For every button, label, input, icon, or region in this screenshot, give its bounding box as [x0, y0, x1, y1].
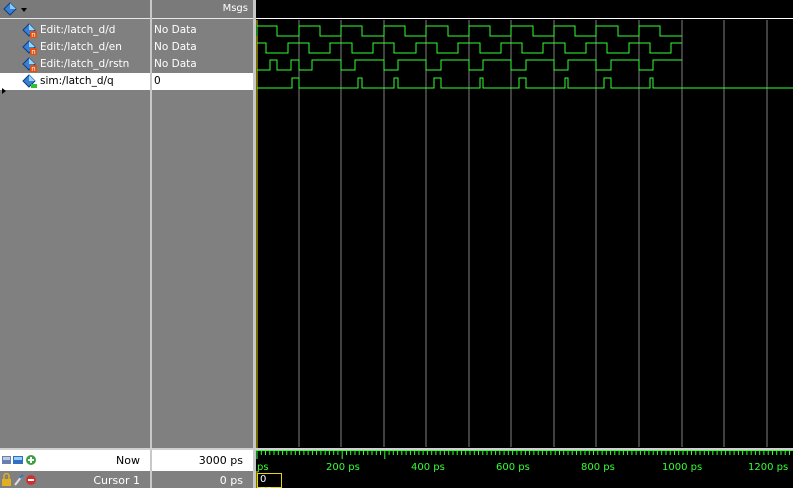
- tick-label: 1200 ps: [748, 462, 788, 473]
- now-toolbar-icons: [2, 455, 36, 465]
- now-value: 3000 ps: [198, 454, 243, 467]
- wave-q: [257, 77, 793, 89]
- svg-text:n: n: [31, 31, 35, 38]
- values-header: Msgs: [152, 0, 253, 19]
- svg-text:n: n: [31, 65, 35, 72]
- signal-row-d[interactable]: n Edit:/latch_d/d: [0, 22, 150, 39]
- lock-icon: [2, 473, 11, 486]
- now-label: Now: [116, 454, 140, 467]
- svg-text:n: n: [31, 48, 35, 55]
- cursor-toolbar-icons: [2, 473, 36, 486]
- cursor-value-cell: 0 ps: [152, 472, 253, 488]
- signal-row-rstn[interactable]: n Edit:/latch_d/rstn: [0, 56, 150, 73]
- names-header: [0, 0, 150, 19]
- tick-label: ps: [257, 462, 269, 473]
- sim-signal-icon: [22, 74, 37, 88]
- wave-d: [256, 25, 682, 37]
- pencil-icon: [14, 474, 24, 486]
- cursor-value: 0 ps: [219, 474, 243, 487]
- add-icon: [26, 455, 36, 465]
- cursor-row[interactable]: Cursor 1: [0, 472, 150, 488]
- expand-arrow-icon[interactable]: [1, 87, 7, 95]
- signal-name: Edit:/latch_d/en: [40, 41, 122, 53]
- value-cell: No Data: [154, 24, 197, 36]
- value-cell: 0: [152, 73, 253, 90]
- remove-icon: [26, 475, 36, 485]
- insert-cursor-icon: [2, 456, 11, 464]
- signal-name: Edit:/latch_d/d: [40, 24, 116, 36]
- edit-signal-icon: n: [22, 23, 37, 38]
- tick-label: 800 ps: [581, 462, 615, 473]
- signal-name: sim:/latch_d/q: [40, 75, 114, 87]
- diamond-dropdown-icon[interactable]: [2, 2, 28, 17]
- grid-lines: [298, 20, 768, 447]
- msgs-label: Msgs: [222, 3, 248, 14]
- signal-name: Edit:/latch_d/rstn: [40, 58, 130, 70]
- tick-label: 1000 ps: [662, 462, 702, 473]
- signal-row-en[interactable]: n Edit:/latch_d/en: [0, 39, 150, 56]
- signal-row-q[interactable]: sim:/latch_d/q: [0, 73, 150, 90]
- now-row: Now: [0, 450, 150, 471]
- waveform-canvas[interactable]: ps 200 ps 400 ps 600 ps 800 ps 1000 ps 1…: [256, 0, 793, 488]
- edit-signal-icon: n: [22, 40, 37, 55]
- wave-rstn: [257, 59, 682, 71]
- cursor-time-marker[interactable]: 0 ps: [257, 473, 282, 488]
- tick-label: 200 ps: [326, 462, 360, 473]
- zoom-icon: [13, 456, 23, 464]
- value-cell: No Data: [154, 58, 197, 70]
- cursor-label: Cursor 1: [93, 474, 140, 487]
- value-cell: No Data: [154, 41, 197, 53]
- edit-signal-icon: n: [22, 57, 37, 72]
- now-value-cell: 3000 ps: [152, 450, 253, 471]
- tick-label: 600 ps: [496, 462, 530, 473]
- tick-label: 400 ps: [411, 462, 445, 473]
